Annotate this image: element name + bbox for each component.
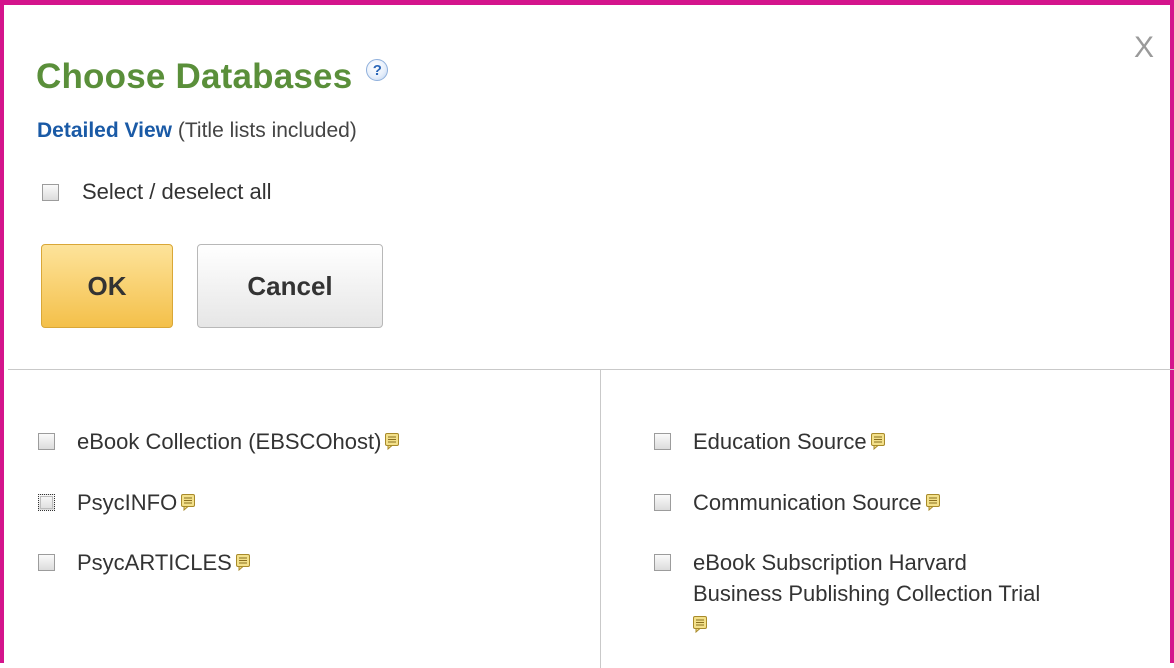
note-icon[interactable] xyxy=(870,433,885,450)
database-checkbox-education-source[interactable] xyxy=(654,433,671,450)
detailed-view-row: Detailed View (Title lists included) xyxy=(37,119,357,143)
close-button[interactable]: X xyxy=(1134,33,1154,63)
select-all-checkbox[interactable] xyxy=(42,183,59,201)
note-icon[interactable] xyxy=(235,554,250,571)
note-icon[interactable] xyxy=(925,494,940,511)
database-item: PsycARTICLES xyxy=(38,547,250,578)
cancel-button[interactable]: Cancel xyxy=(197,244,383,328)
database-checkbox-ebook-subscription-hbp[interactable] xyxy=(654,554,671,571)
database-item: eBook Collection (EBSCOhost) xyxy=(38,426,400,457)
note-icon[interactable] xyxy=(181,494,196,511)
database-label-line2[interactable]: Business Publishing Collection Trial xyxy=(693,581,1040,606)
database-checkbox-psycinfo[interactable] xyxy=(38,494,55,511)
select-all-row: Select / deselect all xyxy=(42,179,272,205)
database-label[interactable]: Communication Source xyxy=(693,490,922,515)
divider-vertical xyxy=(600,370,601,668)
choose-databases-dialog: X Choose Databases ? Detailed View (Titl… xyxy=(0,0,1174,668)
note-icon[interactable] xyxy=(693,616,707,633)
note-icon[interactable] xyxy=(385,433,400,450)
database-label[interactable]: PsycARTICLES xyxy=(77,550,232,575)
database-item: Education Source xyxy=(654,426,885,457)
database-item: eBook Subscription Harvard Business Publ… xyxy=(654,547,1040,640)
database-checkbox-communication-source[interactable] xyxy=(654,494,671,511)
ok-button[interactable]: OK xyxy=(41,244,173,328)
database-item: PsycINFO xyxy=(38,487,196,518)
database-label[interactable]: Education Source xyxy=(693,429,867,454)
database-checkbox-ebook-collection[interactable] xyxy=(38,433,55,450)
database-label[interactable]: eBook Subscription Harvard xyxy=(693,550,967,575)
divider-horizontal xyxy=(8,369,1174,370)
help-icon[interactable]: ? xyxy=(366,59,389,81)
detailed-view-note: (Title lists included) xyxy=(177,119,357,142)
dialog-header: Choose Databases ? xyxy=(36,57,389,97)
select-all-label[interactable]: Select / deselect all xyxy=(82,179,272,205)
database-item: Communication Source xyxy=(654,487,940,518)
detailed-view-link[interactable]: Detailed View xyxy=(37,119,172,142)
dialog-title: Choose Databases xyxy=(36,57,353,96)
database-label[interactable]: eBook Collection (EBSCOhost) xyxy=(77,429,381,454)
database-label[interactable]: PsycINFO xyxy=(77,490,177,515)
database-checkbox-psycarticles[interactable] xyxy=(38,554,55,571)
